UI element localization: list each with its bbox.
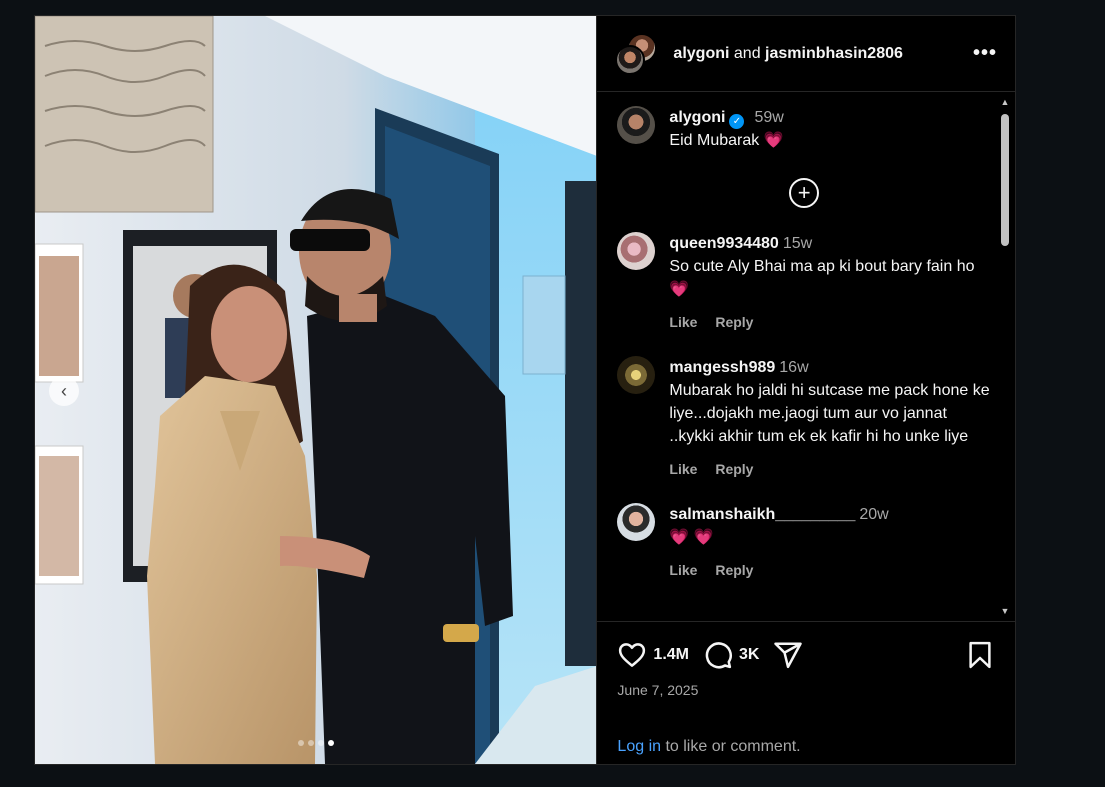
caption-username[interactable]: alygoni bbox=[669, 109, 725, 126]
avatar[interactable] bbox=[617, 503, 656, 541]
comment-time[interactable]: 15w bbox=[783, 235, 812, 252]
collaborator-link[interactable]: jasminbhasin2806 bbox=[765, 45, 903, 62]
plus-circle-icon[interactable]: + bbox=[789, 178, 820, 208]
collab-title: alygoni and jasminbhasin2806 bbox=[673, 45, 973, 63]
post-header: alygoni and jasminbhasin2806 ••• bbox=[597, 16, 1015, 92]
author-link[interactable]: alygoni bbox=[673, 45, 729, 62]
scroll-thumb[interactable] bbox=[1001, 114, 1009, 246]
carousel-indicator bbox=[35, 740, 596, 746]
post-caption: alygoni ✓ 59w Eid Mubarak 💗 bbox=[617, 106, 991, 152]
comment-username[interactable]: queen9934480 bbox=[669, 235, 778, 252]
like-comment-button[interactable]: Like bbox=[669, 461, 697, 477]
login-prompt-text: to like or comment. bbox=[661, 738, 801, 755]
comment-icon[interactable] bbox=[703, 640, 733, 670]
comment-username[interactable]: mangessh989 bbox=[669, 359, 775, 376]
carousel-dot bbox=[307, 740, 314, 746]
share-icon[interactable] bbox=[773, 640, 803, 670]
photo-image bbox=[35, 16, 597, 764]
comment-time[interactable]: 16w bbox=[779, 359, 808, 376]
avatar[interactable] bbox=[617, 356, 656, 394]
collab-avatar[interactable] bbox=[615, 32, 658, 75]
like-comment-button[interactable]: Like bbox=[669, 314, 697, 330]
comments-count[interactable]: 3K bbox=[739, 646, 759, 664]
like-comment-button[interactable]: Like bbox=[669, 562, 697, 578]
reply-button[interactable]: Reply bbox=[715, 562, 753, 578]
comment-text: 💗 💗 bbox=[669, 529, 714, 546]
likes-count[interactable]: 1.4M bbox=[653, 646, 689, 664]
post-date[interactable]: June 7, 2025 bbox=[617, 682, 995, 698]
post-dialog: ‹ alygoni and jasminbhasin2806 ••• alygo… bbox=[34, 15, 1016, 765]
carousel-dot bbox=[297, 740, 304, 746]
login-prompt: Log in to like or comment. bbox=[617, 738, 995, 756]
bookmark-icon[interactable] bbox=[965, 640, 995, 670]
login-link[interactable]: Log in bbox=[617, 738, 661, 755]
action-bar: 1.4M 3K bbox=[617, 640, 995, 670]
scroll-up-icon[interactable]: ▲ bbox=[999, 96, 1011, 108]
verified-badge-icon: ✓ bbox=[729, 114, 745, 129]
chevron-left-icon[interactable]: ‹ bbox=[49, 376, 79, 406]
comment-username[interactable]: salmanshaikh_________ bbox=[669, 506, 855, 523]
reply-button[interactable]: Reply bbox=[715, 461, 753, 477]
comment-item: salmanshaikh_________ 20w 💗 💗 Like Reply bbox=[617, 503, 991, 582]
post-footer: 1.4M 3K June 7, 2025 Log in to like or c… bbox=[597, 621, 1015, 764]
more-icon[interactable]: ••• bbox=[973, 42, 997, 65]
scroll-down-icon[interactable]: ▼ bbox=[999, 605, 1011, 617]
comments-section[interactable]: alygoni ✓ 59w Eid Mubarak 💗 + queen9934480… bbox=[597, 92, 1015, 621]
comment-text: Mubarak ho jaldi hi sutcase me pack hone… bbox=[669, 382, 990, 445]
caption-time[interactable]: 59w bbox=[754, 109, 783, 126]
and-text: and bbox=[733, 44, 761, 62]
scrollbar[interactable]: ▲ ▼ bbox=[999, 96, 1011, 617]
comment-item: queen9934480 15w So cute Aly Bhai ma ap k… bbox=[617, 232, 991, 334]
avatar[interactable] bbox=[617, 106, 656, 144]
post-photo[interactable]: ‹ bbox=[35, 16, 597, 764]
reply-button[interactable]: Reply bbox=[715, 314, 753, 330]
carousel-dot-active bbox=[327, 740, 334, 746]
avatar bbox=[615, 44, 646, 75]
comment-time[interactable]: 20w bbox=[859, 506, 888, 523]
heart-icon[interactable] bbox=[617, 640, 647, 670]
post-panel: alygoni and jasminbhasin2806 ••• alygoni… bbox=[596, 16, 1015, 764]
comment-item: mangessh989 16w Mubarak ho jaldi hi sutca… bbox=[617, 356, 991, 481]
comment-text: So cute Aly Bhai ma ap ki bout bary fain… bbox=[669, 258, 975, 298]
load-more-comments: + bbox=[617, 178, 991, 208]
carousel-dot bbox=[317, 740, 324, 746]
caption-text: Eid Mubarak 💗 bbox=[669, 132, 784, 149]
avatar[interactable] bbox=[617, 232, 656, 270]
